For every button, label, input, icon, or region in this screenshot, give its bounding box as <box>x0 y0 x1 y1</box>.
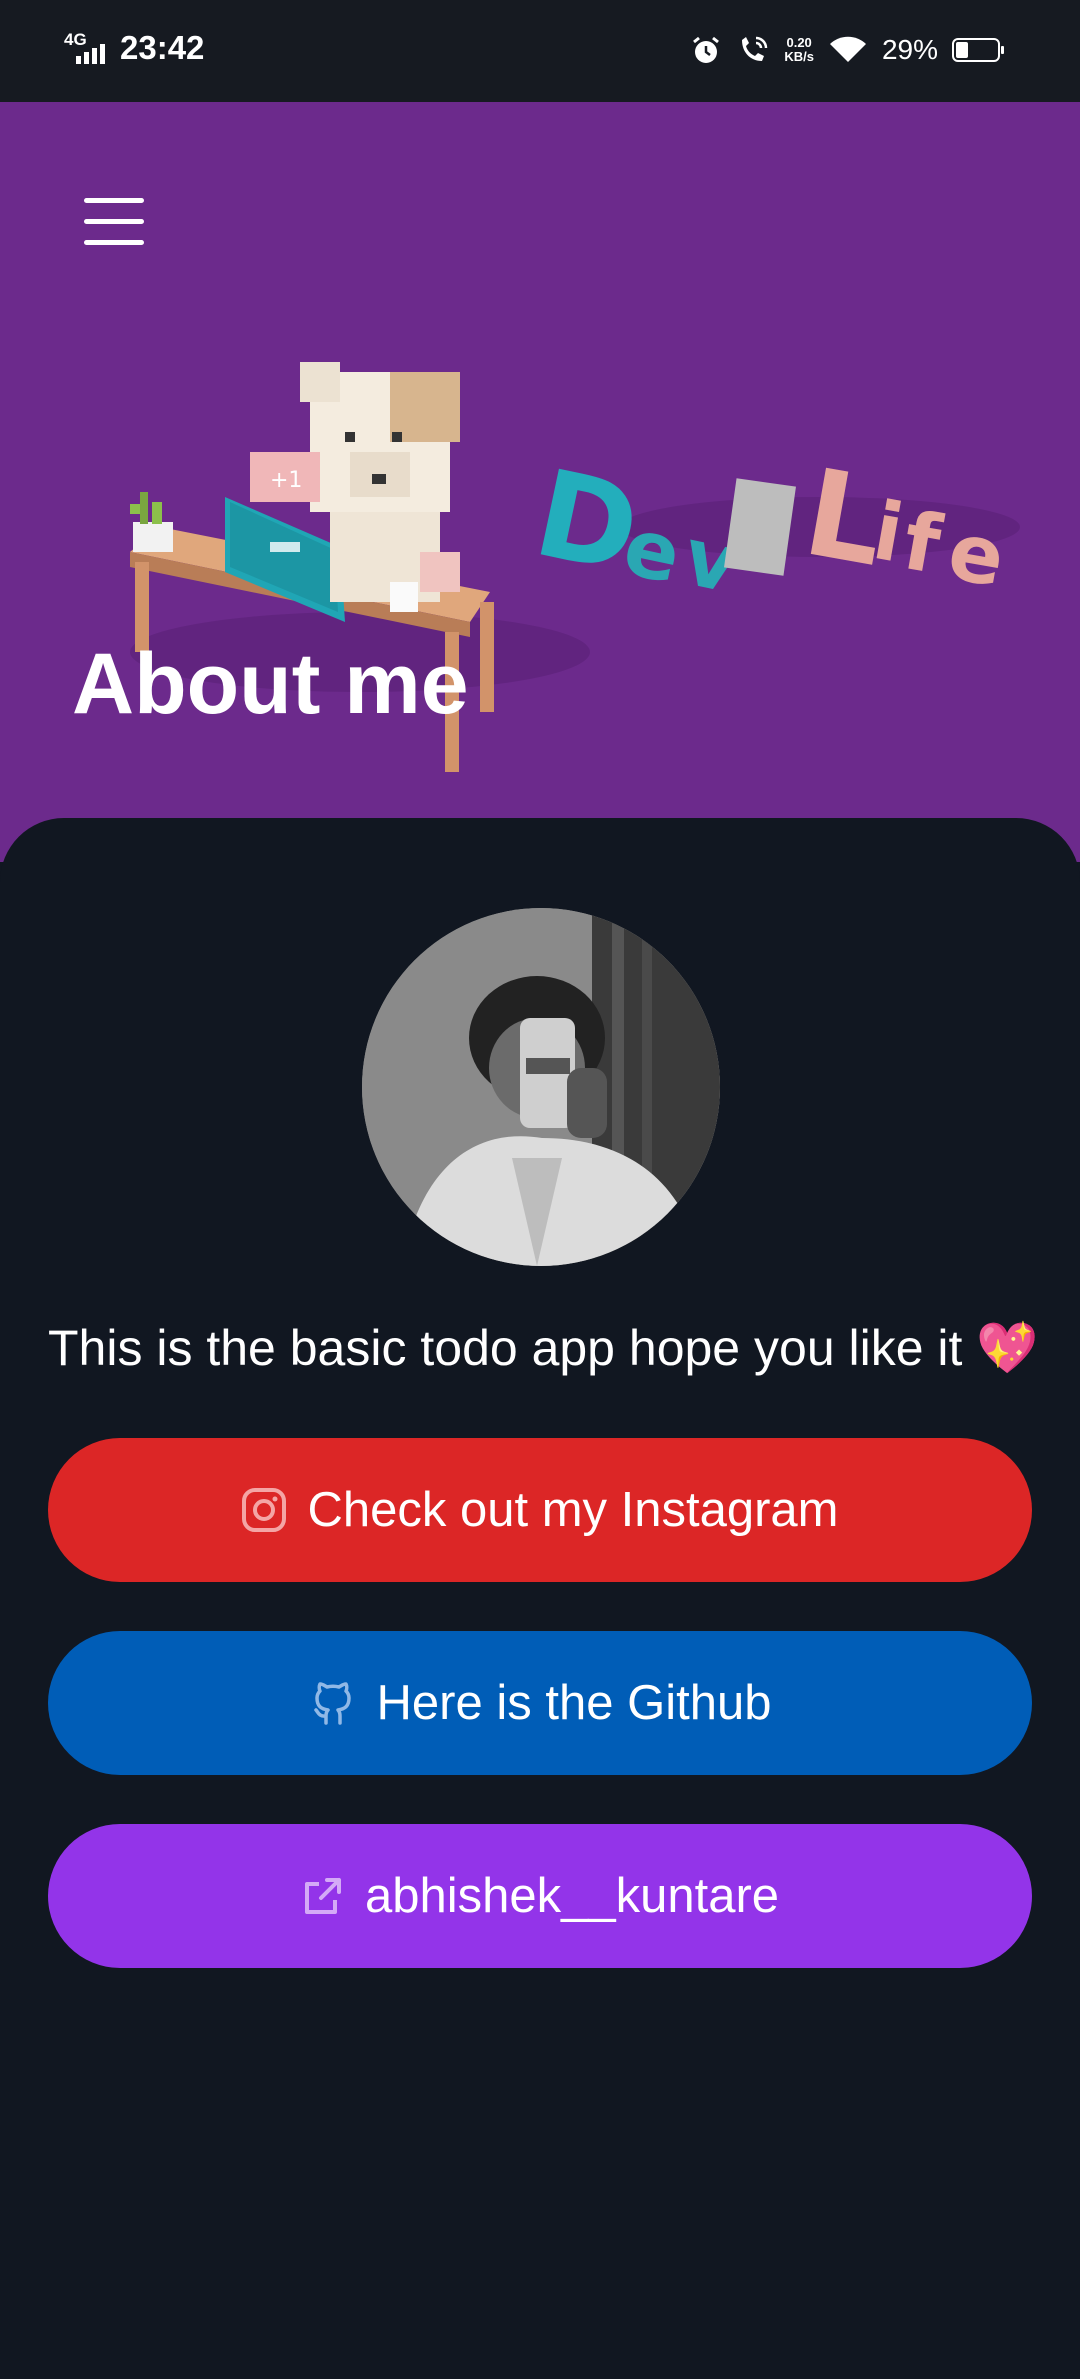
about-card: This is the basic todo app hope you like… <box>0 818 1080 2379</box>
external-link-icon <box>304 1878 341 1914</box>
status-bar-left: 4G 23:42 <box>62 28 204 68</box>
page-title: About me <box>72 636 469 732</box>
profile-photo <box>362 908 720 1266</box>
battery-percent: 29% <box>881 34 938 65</box>
battery-icon <box>952 38 1004 62</box>
github-button-label: Here is the Github <box>376 1676 772 1730</box>
instagram-icon <box>242 1488 287 1532</box>
instagram-button-label: Check out my Instagram <box>307 1483 839 1537</box>
signal-icon: 4G <box>62 28 110 68</box>
github-button[interactable]: Here is the Github <box>48 1631 1032 1775</box>
header: +1 D e v L i f e About me <box>0 102 1080 862</box>
avatar <box>362 908 720 1266</box>
status-bar-right: 0.20 KB/s 29% <box>690 30 1004 70</box>
external-link-button-label: abhishek__kuntare <box>364 1869 780 1923</box>
wifi-calling-icon <box>742 36 768 61</box>
github-icon <box>313 1682 351 1725</box>
wifi-icon <box>829 36 866 62</box>
about-description: This is the basic todo app hope you like… <box>48 1320 1039 1376</box>
menu-button[interactable] <box>84 198 144 246</box>
svg-text:+1: +1 <box>270 468 302 493</box>
instagram-button[interactable]: Check out my Instagram <box>48 1438 1032 1582</box>
alarm-icon <box>693 36 720 63</box>
external-link-button[interactable]: abhishek__kuntare <box>48 1824 1032 1968</box>
status-bar: 4G 23:42 0.20 KB/s 29% <box>0 0 1080 102</box>
network-speed: 0.20 KB/s <box>784 36 814 64</box>
clock: 23:42 <box>120 29 205 66</box>
speed-value: 0.20 <box>786 35 812 50</box>
battery-level <box>956 42 968 58</box>
speed-unit: KB/s <box>784 49 814 64</box>
